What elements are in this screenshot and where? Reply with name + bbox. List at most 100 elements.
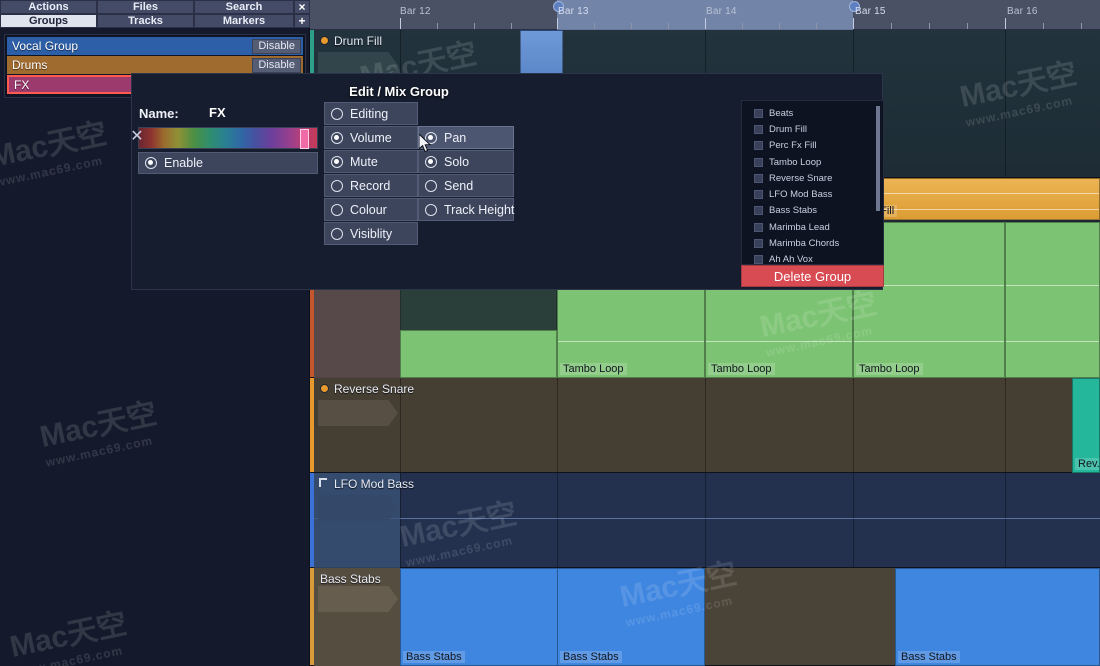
track-list-item[interactable]: Reverse Snare [748, 170, 883, 186]
tab-markers[interactable]: Markers [194, 14, 294, 28]
track-lane-bass-stabs[interactable]: Bass Stabs Bass Stabs Bass Stabs Bass St… [310, 568, 1100, 666]
name-value[interactable]: FX [209, 105, 226, 120]
tab-search[interactable]: Search [194, 0, 294, 14]
ruler-bar-label: Bar 12 [400, 6, 431, 17]
option-label: Record [350, 178, 391, 193]
checkbox-icon[interactable] [754, 141, 763, 151]
group-name-row: Name: FX [139, 105, 226, 123]
group-row-vocal[interactable]: Vocal Group Disable [7, 37, 303, 55]
track-list-item[interactable]: Tambo Loop [748, 154, 883, 170]
clip-label: Rev... [1075, 458, 1099, 470]
clip[interactable]: Bass Stabs [895, 568, 1100, 666]
checkbox-icon[interactable] [754, 222, 763, 232]
option-record[interactable]: Record [324, 174, 418, 197]
option-column-left: Editing Volume Mute Record Colour Visibl… [324, 102, 418, 246]
option-pan[interactable]: Pan [418, 126, 514, 149]
option-editing[interactable]: Editing [324, 102, 418, 125]
track-list-label: Reverse Snare [769, 172, 833, 184]
track-list-item[interactable]: Beats [748, 105, 883, 121]
tab-groups[interactable]: Groups [0, 14, 97, 28]
clip-label: Bass Stabs [560, 651, 622, 663]
radio-icon[interactable] [425, 203, 437, 216]
track-list-label: Tambo Loop [769, 156, 822, 168]
no-color-icon[interactable]: ✕ [130, 127, 144, 149]
group-disable-button[interactable]: Disable [252, 58, 301, 73]
clip[interactable]: FX Fill [857, 178, 1100, 220]
track-list-item[interactable]: Marimba Lead [748, 219, 883, 235]
option-colour[interactable]: Colour [324, 198, 418, 221]
track-name: Drum Fill [334, 34, 382, 48]
track-header-lfo-mod-bass[interactable]: LFO Mod Bass [310, 473, 414, 568]
radio-icon[interactable] [425, 155, 437, 168]
option-label: Pan [444, 130, 467, 145]
option-visiblity[interactable]: Visiblity [324, 222, 418, 245]
clip[interactable] [400, 330, 557, 378]
track-list-item[interactable]: Perc Fx Fill [748, 138, 883, 154]
track-color-bar [310, 378, 314, 472]
track-header-bass-stabs[interactable]: Bass Stabs [310, 568, 400, 666]
checkbox-icon[interactable] [754, 173, 763, 183]
track-list-label: Marimba Chords [769, 238, 840, 250]
clip-label: Tambo Loop [856, 363, 923, 375]
radio-icon[interactable] [425, 131, 437, 144]
clip[interactable]: Rev... [1072, 378, 1100, 473]
edit-mix-group-dialog: Edit / Mix Group Name: FX ✕ Enable Editi… [130, 73, 884, 290]
track-list-label: LFO Mod Bass [769, 189, 833, 201]
radio-icon[interactable] [331, 227, 343, 240]
track-list-scrollbar[interactable] [876, 106, 880, 211]
radio-icon[interactable] [425, 179, 437, 192]
color-picker-strip[interactable]: ✕ [130, 127, 318, 149]
track-lane-lfo-mod-bass[interactable]: LFO Mod Bass [310, 473, 1100, 568]
checkbox-icon[interactable] [754, 190, 763, 200]
track-list-item[interactable]: Drum Fill [748, 121, 883, 137]
record-dot-icon[interactable] [320, 36, 329, 45]
selected-color-swatch [300, 129, 309, 149]
track-header-reverse-snare[interactable]: Reverse Snare [310, 378, 414, 472]
panel-tab-bar[interactable]: Actions Groups Files Tracks Search Marke… [0, 0, 310, 28]
checkbox-icon[interactable] [754, 124, 763, 134]
tab-actions[interactable]: Actions [0, 0, 97, 14]
option-label: Mute [350, 154, 378, 169]
enable-label: Enable [164, 156, 203, 170]
clip[interactable]: Bass Stabs [557, 568, 705, 666]
add-icon[interactable]: + [294, 14, 310, 28]
close-icon[interactable]: × [294, 0, 310, 14]
radio-icon[interactable] [331, 131, 343, 144]
group-name: Vocal Group [12, 39, 79, 53]
radio-icon[interactable] [331, 155, 343, 168]
ruler-bar-label: Bar 13 [558, 6, 589, 17]
option-track-height[interactable]: Track Height [418, 198, 514, 221]
delete-group-button[interactable]: Delete Group [741, 265, 884, 287]
clip-label: Tambo Loop [708, 363, 775, 375]
clip[interactable] [1005, 222, 1100, 378]
option-label: Solo [444, 154, 470, 169]
track-list-item[interactable]: LFO Mod Bass [748, 186, 883, 202]
tab-tracks[interactable]: Tracks [97, 14, 194, 28]
track-name: Bass Stabs [320, 572, 381, 586]
option-mute[interactable]: Mute [324, 150, 418, 173]
track-lane-reverse-snare[interactable]: Rev... Reverse Snare [310, 378, 1100, 473]
radio-icon[interactable] [331, 179, 343, 192]
checkbox-icon[interactable] [754, 108, 763, 118]
radio-icon[interactable] [331, 107, 343, 120]
track-list-item[interactable]: Bass Stabs [748, 203, 883, 219]
enable-radio-icon[interactable] [145, 157, 157, 169]
record-dot-icon[interactable] [320, 384, 329, 393]
checkbox-icon[interactable] [754, 157, 763, 167]
timeline-ruler[interactable]: Bar 12 Bar 13 Bar 14 Bar 15 Bar 16 [310, 0, 1100, 30]
tab-files[interactable]: Files [97, 0, 194, 14]
track-list-label: Marimba Lead [769, 221, 830, 233]
track-flag-icon [319, 478, 327, 487]
option-send[interactable]: Send [418, 174, 514, 197]
group-track-list[interactable]: Beats Drum Fill Perc Fx Fill Tambo Loop … [741, 100, 884, 265]
checkbox-icon[interactable] [754, 206, 763, 216]
group-disable-button[interactable]: Disable [252, 39, 301, 54]
group-row-drums[interactable]: Drums Disable [7, 56, 303, 74]
checkbox-icon[interactable] [754, 255, 763, 265]
enable-toggle[interactable]: Enable [138, 152, 318, 174]
option-solo[interactable]: Solo [418, 150, 514, 173]
option-volume[interactable]: Volume [324, 126, 418, 149]
checkbox-icon[interactable] [754, 239, 763, 249]
track-list-item[interactable]: Marimba Chords [748, 235, 883, 251]
radio-icon[interactable] [331, 203, 343, 216]
